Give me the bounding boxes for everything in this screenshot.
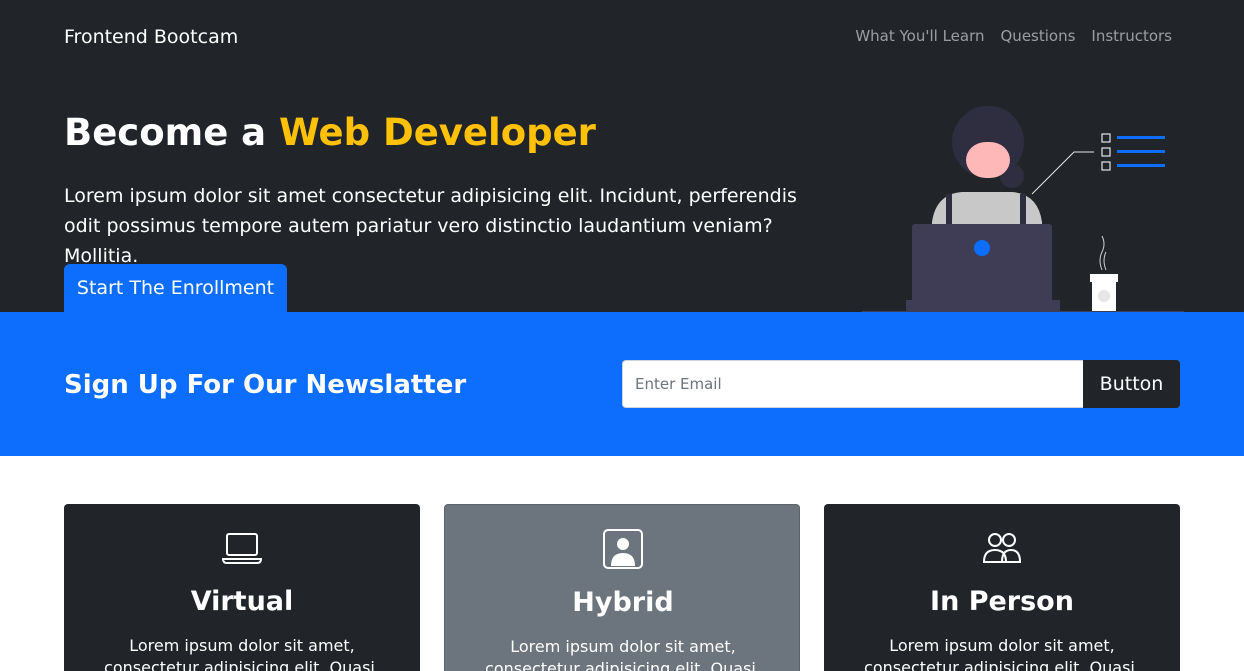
hero-title: Become a Web Developer (64, 110, 596, 156)
card-virtual: Virtual Lorem ipsum dolor sit amet, cons… (64, 504, 420, 671)
hero-title-accent: Web Developer (279, 111, 596, 154)
nav-link-questions[interactable]: Questions (1001, 26, 1076, 46)
hero-text: Lorem ipsum dolor sit amet consectetur a… (64, 185, 797, 267)
newsletter-submit-button[interactable]: Button (1083, 360, 1180, 408)
card-in-person: In Person Lorem ipsum dolor sit amet, co… (824, 504, 1180, 671)
card-title-virtual: Virtual (190, 586, 294, 617)
card-title-in-person: In Person (930, 586, 1074, 617)
boxes-section: Virtual Lorem ipsum dolor sit amet, cons… (0, 456, 1244, 671)
hero-title-prefix: Become a (64, 111, 280, 154)
coffee-cup-graphic (1090, 235, 1118, 312)
person-badge-icon (603, 529, 643, 569)
people-icon (982, 533, 1022, 563)
email-input[interactable] (622, 360, 1084, 408)
start-enrollment-button[interactable]: Start The Enrollment (64, 264, 287, 312)
card-text-hybrid: Lorem ipsum dolor sit amet, consectetur … (485, 637, 761, 671)
card-hybrid: Hybrid Lorem ipsum dolor sit amet, conse… (444, 504, 800, 671)
card-text-virtual: Lorem ipsum dolor sit amet, consectetur … (104, 636, 380, 671)
person-at-laptop-illustration (862, 106, 1184, 312)
checklist-graphic (1031, 133, 1165, 195)
nav-links: What You'll Learn Questions Instructors (855, 26, 1172, 46)
brand-link[interactable]: Frontend Bootcam (64, 24, 238, 50)
card-text-in-person: Lorem ipsum dolor sit amet, consectetur … (864, 636, 1140, 671)
card-title-hybrid: Hybrid (572, 587, 674, 618)
laptop-icon (222, 533, 262, 564)
newsletter-title: Sign Up For Our Newslatter (64, 370, 467, 400)
nav-link-learn[interactable]: What You'll Learn (855, 26, 984, 46)
person-graphic (932, 106, 1042, 227)
nav-link-instructors[interactable]: Instructors (1091, 26, 1172, 46)
navbar: Frontend Bootcam What You'll Learn Quest… (0, 0, 1244, 72)
hero-section: Become a Web Developer Lorem ipsum dolor… (0, 72, 1244, 312)
laptop-graphic (906, 224, 1060, 312)
newsletter-section: Sign Up For Our Newslatter Button (0, 312, 1244, 456)
